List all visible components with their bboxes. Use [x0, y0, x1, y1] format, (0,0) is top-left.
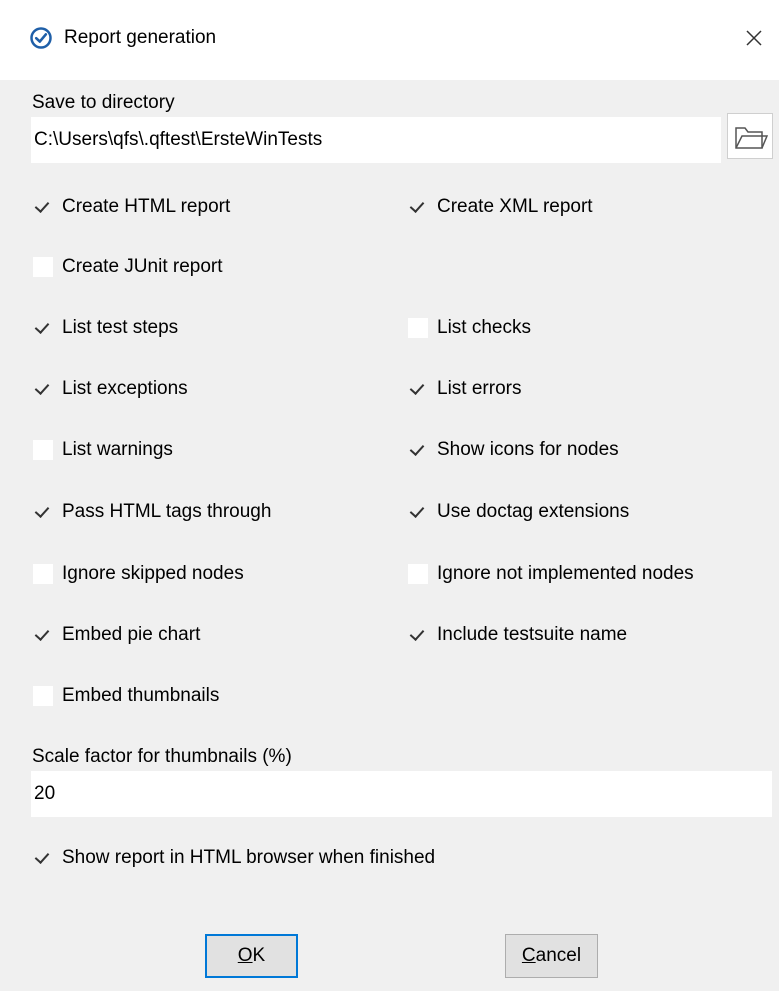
checkbox-label: List errors — [437, 378, 522, 399]
checkbox-box — [408, 197, 428, 217]
checkbox-box — [33, 686, 53, 706]
checkbox-label: Show icons for nodes — [437, 439, 619, 460]
scale-factor-field[interactable]: 20 — [31, 771, 772, 817]
ok-button[interactable]: OK — [205, 934, 298, 978]
cancel-button[interactable]: Cancel — [505, 934, 598, 978]
checkbox-label: Ignore not implemented nodes — [437, 563, 694, 584]
checkbox-label: Use doctag extensions — [437, 501, 630, 522]
ok-label-rest: K — [252, 945, 266, 966]
checkbox-label: Embed pie chart — [62, 624, 201, 645]
checkbox-label: Embed thumbnails — [62, 685, 220, 706]
cancel-label-rest: ancel — [535, 945, 582, 966]
checkbox-box — [408, 502, 428, 522]
folder-open-icon — [735, 127, 768, 149]
close-button[interactable] — [734, 18, 774, 58]
checkbox-label: List exceptions — [62, 378, 188, 399]
checkbox-label: Include testsuite name — [437, 624, 628, 645]
window-title: Report generation — [64, 27, 217, 48]
checkbox-label: Show report in HTML browser when finishe… — [62, 847, 436, 868]
checkbox-box — [33, 197, 53, 217]
ok-mnemonic: O — [237, 945, 253, 966]
checkbox-box — [408, 318, 428, 338]
report-generation-dialog: Report generation Save to directory C:\U… — [0, 0, 779, 991]
checkbox-box — [33, 848, 53, 868]
checkbox-box — [408, 625, 428, 645]
checkbox-label: Pass HTML tags through — [62, 501, 272, 522]
checkbox-box — [408, 564, 428, 584]
checkbox-box — [33, 257, 53, 277]
checkbox-box — [33, 625, 53, 645]
checkbox-box — [33, 502, 53, 522]
checkbox-box — [33, 318, 53, 338]
checkbox-label: Create HTML report — [62, 196, 231, 217]
directory-field[interactable]: C:\Users\qfs\.qftest\ErsteWinTests — [31, 117, 721, 163]
checkbox-label: Create XML report — [437, 196, 593, 217]
checkbox-label: List test steps — [62, 317, 179, 338]
checkbox-label: Ignore skipped nodes — [62, 563, 244, 584]
checkbox-label: Create JUnit report — [62, 256, 223, 277]
checkbox-label: List warnings — [62, 439, 173, 460]
cancel-mnemonic: C — [521, 945, 536, 966]
directory-label: Save to directory — [32, 92, 175, 113]
check-circle-icon — [30, 27, 52, 49]
browse-button[interactable] — [727, 113, 773, 159]
checkbox-box — [33, 564, 53, 584]
title-bar: Report generation — [0, 0, 779, 80]
close-icon — [746, 30, 762, 46]
checkbox-box — [33, 379, 53, 399]
scale-factor-label: Scale factor for thumbnails (%) — [32, 746, 292, 767]
checkbox-label: List checks — [437, 317, 531, 338]
checkbox-box — [408, 379, 428, 399]
checkbox-box — [33, 440, 53, 460]
checkbox-box — [408, 440, 428, 460]
